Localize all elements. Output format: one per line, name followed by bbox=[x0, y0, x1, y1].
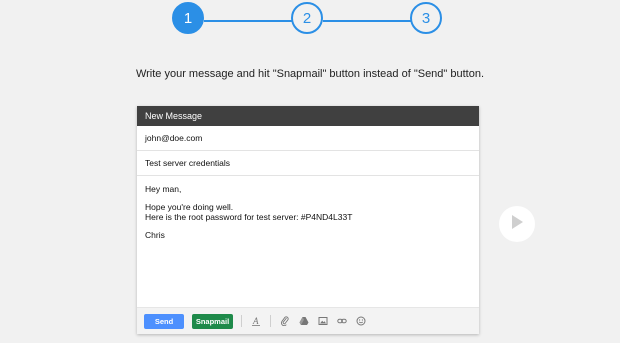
toolbar-divider bbox=[270, 315, 271, 327]
emoji-icon[interactable] bbox=[356, 316, 366, 326]
step-2[interactable]: 2 bbox=[291, 2, 323, 34]
svg-text:A: A bbox=[252, 316, 259, 326]
stepper: 1 2 3 bbox=[0, 0, 620, 44]
attach-icon[interactable] bbox=[280, 316, 290, 326]
send-button[interactable]: Send bbox=[144, 313, 184, 329]
message-body[interactable]: Hey man, Hope you're doing well. Here is… bbox=[137, 176, 479, 304]
step-3[interactable]: 3 bbox=[410, 2, 442, 34]
compose-toolbar: Send Snapmail A bbox=[137, 307, 479, 334]
body-greeting: Hey man, bbox=[145, 184, 182, 194]
snapmail-button[interactable]: Snapmail bbox=[192, 313, 233, 329]
body-signature: Chris bbox=[145, 230, 165, 240]
step-1[interactable]: 1 bbox=[172, 2, 204, 34]
body-line: Hope you're doing well. bbox=[145, 202, 234, 212]
body-line: Here is the root password for test serve… bbox=[145, 212, 353, 222]
photo-icon[interactable] bbox=[318, 316, 328, 326]
drive-icon[interactable] bbox=[299, 316, 309, 326]
compose-window: New Message john@doe.com Test server cre… bbox=[137, 106, 479, 334]
to-field[interactable]: john@doe.com bbox=[137, 126, 479, 151]
step-connector bbox=[204, 20, 292, 22]
next-play-button[interactable] bbox=[499, 206, 535, 242]
link-icon[interactable] bbox=[337, 316, 347, 326]
toolbar-divider bbox=[241, 315, 242, 327]
play-icon bbox=[510, 214, 524, 235]
instruction-text: Write your message and hit "Snapmail" bu… bbox=[135, 68, 485, 80]
step-connector bbox=[323, 20, 411, 22]
compose-title: New Message bbox=[137, 106, 479, 126]
format-text-icon[interactable]: A bbox=[251, 316, 261, 326]
subject-field[interactable]: Test server credentials bbox=[137, 151, 479, 176]
